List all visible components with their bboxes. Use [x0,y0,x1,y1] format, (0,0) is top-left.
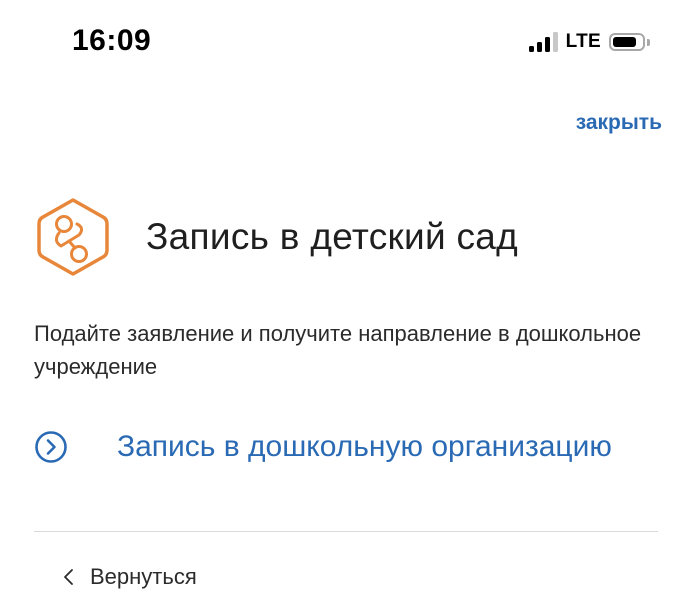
status-indicators: LTE [528,31,650,53]
network-type: LTE [565,31,601,52]
close-button[interactable]: закрыть [576,111,662,135]
page-title: Запись в детский сад [146,216,519,257]
service-header: Запись в детский сад [33,197,518,277]
status-bar: 16:09 LTE [0,0,692,80]
chevron-left-icon [64,569,73,585]
divider [34,531,658,532]
status-time: 16:09 [72,24,152,57]
signal-icon [528,32,558,52]
back-button[interactable]: Вернуться [62,564,197,590]
service-description: Подайте заявление и получите направление… [34,321,642,379]
pacifier-icon [37,198,109,276]
back-label: Вернуться [90,564,197,589]
battery-icon [609,33,650,51]
chevron-circle-icon [35,431,67,463]
enroll-preschool-link[interactable]: Запись в дошкольную организацию [34,430,612,464]
enroll-preschool-label: Запись в дошкольную организацию [117,430,612,463]
